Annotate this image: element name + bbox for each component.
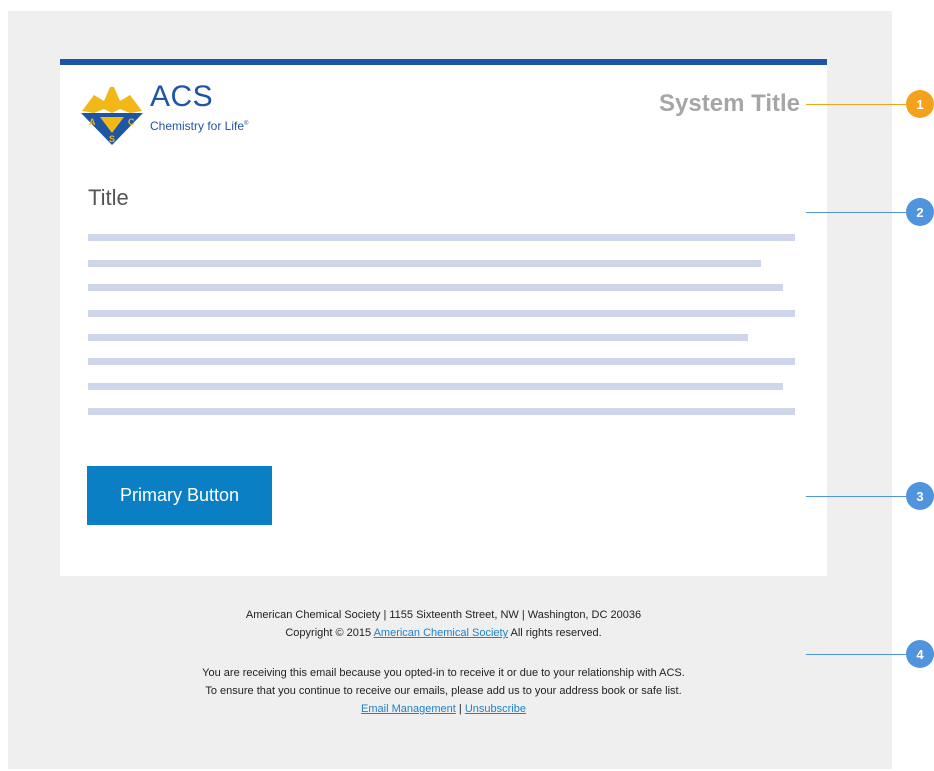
- footer-link-separator: |: [458, 703, 462, 715]
- footer-notice-line2: To ensure that you continue to receive o…: [205, 685, 682, 697]
- placeholder-text-line: [88, 260, 761, 267]
- svg-text:S: S: [109, 134, 115, 144]
- svg-text:C: C: [128, 117, 135, 127]
- primary-button[interactable]: Primary Button: [87, 466, 272, 525]
- placeholder-text-line: [88, 284, 783, 291]
- callout-badge-3: 3: [906, 482, 934, 510]
- callout-line-1: [806, 104, 906, 105]
- placeholder-text-line: [88, 408, 795, 415]
- placeholder-text-line: [88, 334, 748, 341]
- svg-text:A: A: [89, 117, 96, 127]
- callout-line-3: [806, 496, 906, 497]
- placeholder-text-line: [88, 358, 795, 365]
- callout-badge-2: 2: [906, 198, 934, 226]
- placeholder-text-line: [88, 310, 795, 317]
- copyright-suffix: All rights reserved.: [510, 627, 602, 639]
- callout-line-2: [806, 212, 906, 213]
- callout-badge-1: 1: [906, 90, 934, 118]
- placeholder-text-line: [88, 234, 795, 241]
- callout-line-4: [806, 654, 906, 655]
- footer-notice-line1: You are receiving this email because you…: [202, 667, 685, 679]
- footer-address: American Chemical Society | 1155 Sixteen…: [245, 609, 642, 621]
- acs-eagle-shield-icon: A C S: [81, 87, 143, 145]
- placeholder-text-line: [88, 383, 783, 390]
- callout-badge-4: 4: [906, 640, 934, 668]
- system-title: System Title: [659, 90, 800, 117]
- footer-copyright: Copyright © 2015 American Chemical Socie…: [60, 627, 827, 639]
- email-management-link[interactable]: Email Management: [361, 703, 456, 715]
- email-title: Title: [88, 185, 129, 210]
- footer-links: Email Management | Unsubscribe: [60, 703, 827, 715]
- logo-tagline: Chemistry for Life®: [150, 119, 249, 133]
- acs-link[interactable]: American Chemical Society: [374, 627, 509, 639]
- unsubscribe-link[interactable]: Unsubscribe: [465, 703, 526, 715]
- acs-logo[interactable]: A C S ACS Chemistry for Life®: [80, 80, 270, 146]
- logo-acs-text: ACS: [150, 80, 214, 113]
- copyright-prefix: Copyright © 2015: [285, 627, 372, 639]
